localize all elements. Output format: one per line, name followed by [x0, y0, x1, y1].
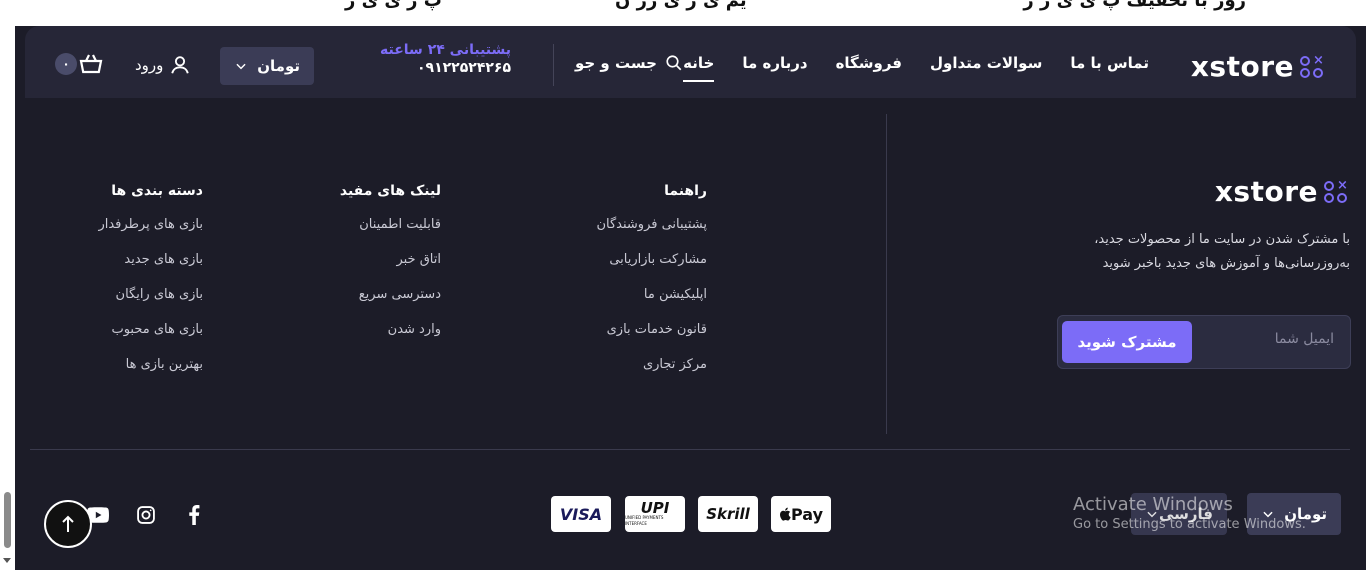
login-label: ورود	[135, 56, 164, 74]
main-nav: خانه درباره ما فروشگاه سوالات متداول تما…	[683, 54, 1149, 82]
footer-link[interactable]: قانون خدمات بازی	[596, 320, 707, 355]
cart-button[interactable]: ۰	[55, 53, 103, 75]
footer-link[interactable]: بازی های رایگان	[98, 285, 203, 320]
site-header: xstore × خانه درباره ما فروشگاه سوالات م…	[25, 26, 1356, 98]
visa-badge: VISA	[551, 496, 611, 532]
footer-link[interactable]: وارد شدن	[340, 320, 441, 355]
login-button[interactable]: ورود	[135, 54, 191, 76]
heading-fragment: یم ی ر ی رز ن	[615, 0, 747, 11]
newsletter-form: مشترک شوید	[1057, 315, 1351, 369]
footer-link[interactable]: بازی های پرطرفدار	[98, 215, 203, 250]
column-title: دسته بندی ها	[111, 183, 203, 199]
instagram-icon[interactable]	[134, 503, 158, 527]
user-icon	[171, 56, 190, 74]
search-icon	[666, 55, 682, 71]
footer-link[interactable]: اپلیکیشن ما	[596, 285, 707, 320]
nav-contact[interactable]: تماس با ما	[1070, 54, 1149, 72]
currency-dropdown[interactable]: تومان	[220, 47, 314, 85]
search-label: جست و جو	[575, 54, 657, 72]
footer-column-categories: دسته بندی ها بازی های پرطرفدار بازی های …	[98, 183, 203, 390]
footer-link[interactable]: مشارکت بازاریابی	[596, 250, 707, 285]
support-phone[interactable]: ۰۹۱۲۲۵۲۴۲۶۵	[355, 60, 511, 76]
footer-link[interactable]: اتاق خبر	[340, 250, 441, 285]
heading-fragment: پ ر ی ی ر	[345, 0, 442, 11]
skrill-badge: Skrill	[698, 496, 758, 532]
support-label: پشتیبانی ۲۴ ساعته	[380, 42, 511, 58]
logo-text: xstore	[1214, 175, 1318, 208]
footer-link[interactable]: بازی های محبوب	[98, 320, 203, 355]
payment-label: Pay	[790, 504, 824, 524]
scroll-to-top-button[interactable]	[44, 500, 92, 548]
footer-column-links: لینک های مفید قابلیت اطمینان اتاق خبر دس…	[340, 183, 441, 355]
search-button[interactable]: جست و جو	[575, 54, 683, 72]
nav-about[interactable]: درباره ما	[742, 54, 807, 72]
footer-link[interactable]: پشتیبانی فروشندگان	[596, 215, 707, 250]
scroll-down-arrow[interactable]	[3, 558, 11, 563]
watermark-subtitle: Go to Settings to activate Windows.	[1073, 517, 1306, 532]
nav-faq[interactable]: سوالات متداول	[930, 54, 1042, 72]
footer-about: × xstore با مشترک شدن در سایت ما از محصو…	[1050, 175, 1350, 276]
logo-mark-icon: ×	[1324, 179, 1350, 205]
watermark-title: Activate Windows	[1073, 494, 1233, 515]
newsletter-description: با مشترک شدن در سایت ما از محصولات جدید،…	[1094, 232, 1350, 271]
header-divider	[553, 44, 554, 86]
payment-label: VISA	[559, 504, 603, 524]
payment-label: Skrill	[706, 505, 750, 523]
payment-label: UPI	[640, 499, 670, 517]
column-title: لینک های مفید	[339, 183, 441, 199]
arrow-up-icon	[62, 515, 74, 532]
footer-link[interactable]: بهترین بازی ها	[98, 355, 203, 390]
nav-home[interactable]: خانه	[683, 54, 715, 82]
footer-column-guide: راهنما پشتیبانی فروشندگان مشارکت بازاریا…	[596, 183, 707, 390]
footer-horizontal-divider	[30, 449, 1350, 450]
email-input[interactable]	[1194, 331, 1334, 347]
subscribe-button[interactable]: مشترک شوید	[1062, 321, 1192, 363]
page-heading-cutoff: روز با تخفیف پ ی ی ر ز یم ی ر ی رز ن پ ر…	[15, 0, 1366, 26]
column-title: راهنما	[664, 183, 707, 199]
footer-logo[interactable]: × xstore	[1050, 175, 1350, 208]
footer-link[interactable]: مرکز تجاری	[596, 355, 707, 390]
windows-activation-watermark: Activate Windows Go to Settings to activ…	[1073, 494, 1306, 532]
footer-link[interactable]: دسترسی سریع	[340, 285, 441, 320]
support-info: پشتیبانی ۲۴ ساعته ۰۹۱۲۲۵۲۴۲۶۵	[355, 42, 511, 76]
upi-badge: UPI UNIFIED PAYMENTS INTERFACE	[625, 496, 685, 532]
cart-count-badge: ۰	[55, 53, 77, 75]
browser-scrollbar-track	[0, 0, 15, 570]
logo-mark-icon: ×	[1300, 54, 1326, 80]
currency-label: تومان	[257, 57, 300, 75]
apple-logo-icon	[779, 507, 791, 521]
logo-text: xstore	[1190, 50, 1294, 83]
footer-vertical-divider	[886, 114, 887, 434]
heading-fragment: روز با تخفیف پ ی ی ر ز	[1023, 0, 1246, 11]
scrollbar-thumb[interactable]	[4, 492, 11, 548]
nav-shop[interactable]: فروشگاه	[836, 54, 902, 72]
facebook-icon[interactable]	[182, 503, 206, 527]
upi-subtitle: UNIFIED PAYMENTS INTERFACE	[625, 515, 664, 526]
header-logo[interactable]: xstore ×	[1191, 50, 1326, 83]
footer-link[interactable]: قابلیت اطمینان	[340, 215, 441, 250]
footer-link[interactable]: بازی های جدید	[98, 250, 203, 285]
chevron-down-icon	[236, 63, 246, 70]
cart-basket-icon	[79, 54, 103, 74]
apple-pay-badge: Pay	[771, 496, 831, 532]
